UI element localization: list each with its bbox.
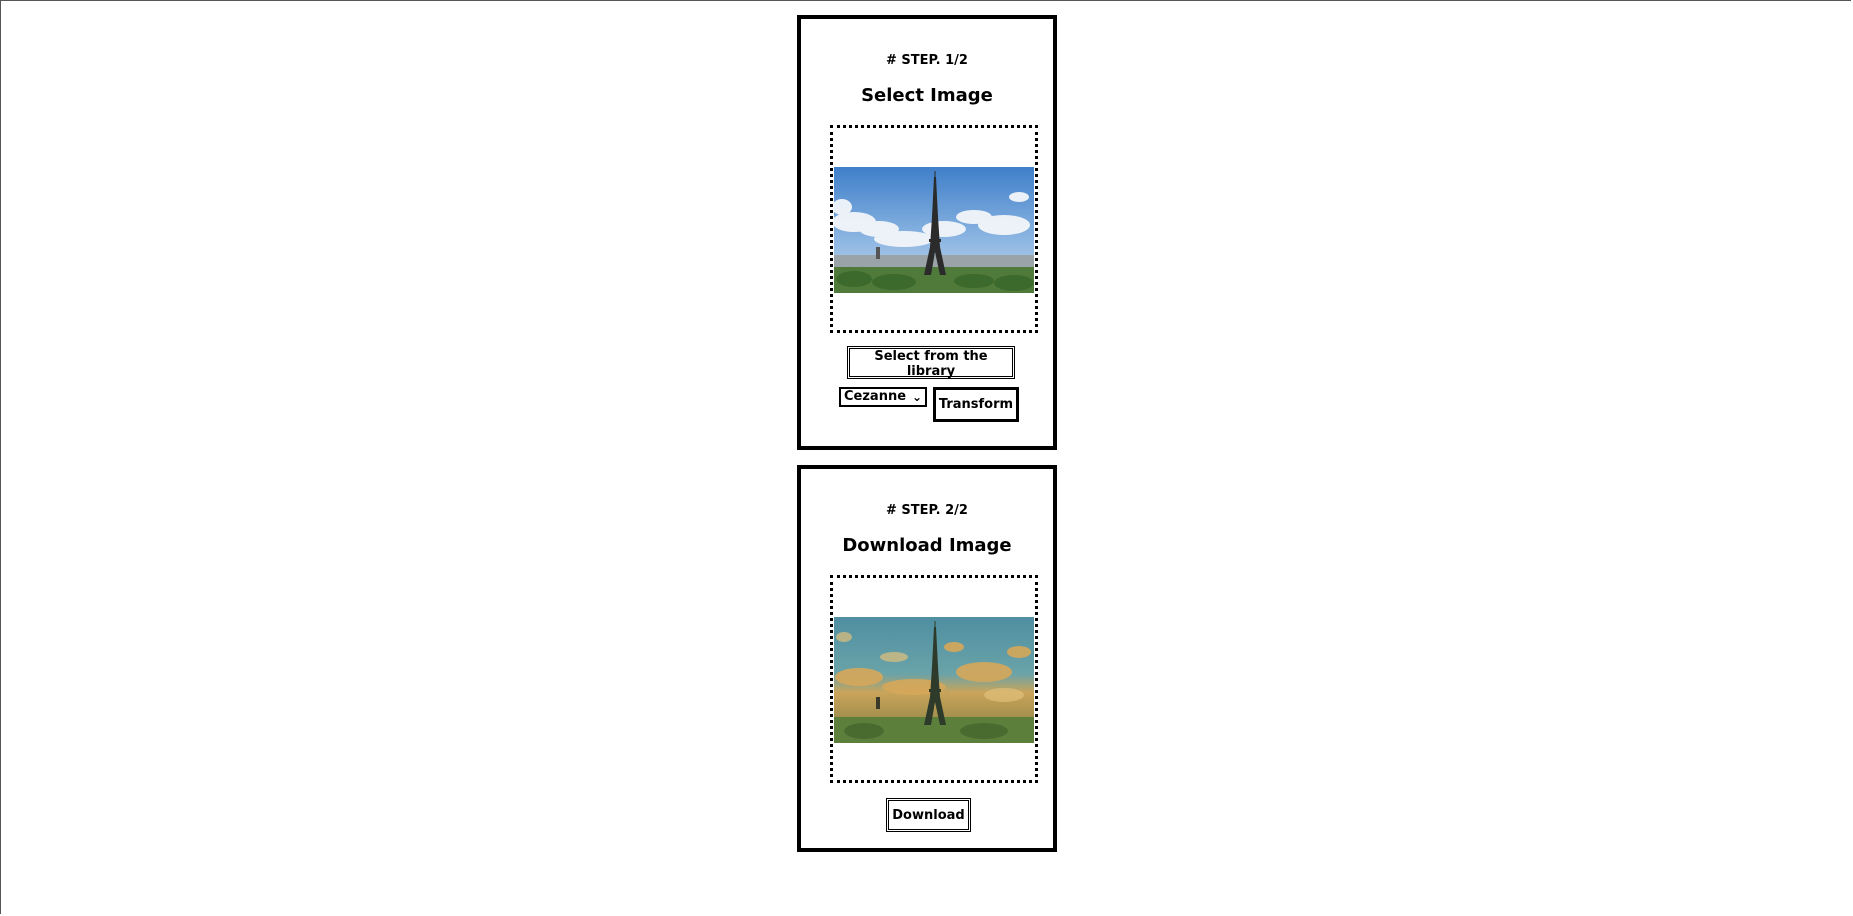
select-from-library-button[interactable]: Select from the library xyxy=(847,346,1015,379)
step1-card: # STEP. 1/2 Select Image Select from the… xyxy=(797,15,1057,450)
transform-button[interactable]: Transform xyxy=(933,387,1019,422)
source-image xyxy=(834,167,1034,293)
step1-title: Select Image xyxy=(861,85,993,106)
chevron-down-icon: ⌄ xyxy=(911,390,922,404)
step2-label: # STEP. 2/2 xyxy=(886,503,968,518)
step2-title: Download Image xyxy=(842,535,1012,556)
step1-label: # STEP. 1/2 xyxy=(886,53,968,68)
style-select[interactable]: Cezanne ⌄ xyxy=(839,387,927,407)
style-select-value: Cezanne xyxy=(844,389,907,404)
result-image xyxy=(834,617,1034,743)
download-button[interactable]: Download xyxy=(886,798,971,832)
result-image-frame xyxy=(830,575,1038,783)
step2-card: # STEP. 2/2 Download Image Download xyxy=(797,465,1057,852)
source-image-dropzone[interactable] xyxy=(830,125,1038,333)
